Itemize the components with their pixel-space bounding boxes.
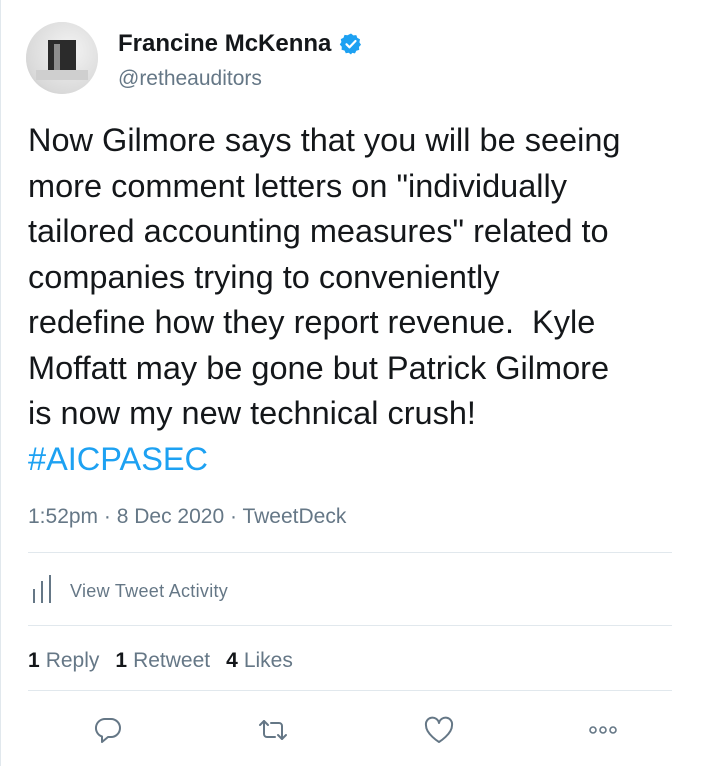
meta-separator: ·: [230, 505, 237, 528]
avatar-floor: [36, 70, 88, 80]
avatar-doorway: [48, 40, 76, 70]
avatar[interactable]: [26, 22, 98, 94]
view-tweet-activity-link[interactable]: View Tweet Activity: [30, 574, 228, 609]
left-border: [0, 0, 1, 766]
likes-label: Likes: [243, 649, 293, 672]
tweet-date[interactable]: 8 Dec 2020: [117, 505, 224, 528]
likes-count: 4: [226, 649, 238, 672]
avatar-figure: [54, 44, 60, 70]
like-heart-icon: [423, 715, 455, 750]
name-row: Francine McKenna: [118, 30, 363, 58]
tweet-stats: 1 Reply 1 Retweet 4 Likes: [28, 649, 309, 673]
like-button[interactable]: [419, 712, 459, 752]
retweets-count: 1: [115, 649, 128, 672]
divider: [28, 625, 672, 626]
tweet-text-line: companies trying to conveniently: [28, 258, 500, 295]
tweet-text-line: Moffatt may be gone but Patrick Gilmore: [28, 349, 610, 386]
retweet-icon: [256, 715, 290, 750]
retweets-stat[interactable]: 1 Retweet: [115, 649, 210, 673]
retweet-button[interactable]: [253, 712, 293, 752]
tweet-text: Now Gilmore says that you will be seeing…: [28, 118, 693, 482]
more-icon: [586, 723, 620, 741]
verified-badge-icon: [339, 32, 363, 56]
hashtag-link[interactable]: #AICPASEC: [28, 437, 693, 483]
tweet-actions: [0, 712, 706, 752]
replies-label: Reply: [45, 649, 100, 672]
tweet-text-line: Now Gilmore says that you will be seeing: [28, 122, 621, 158]
reply-icon: [93, 715, 123, 750]
divider: [28, 690, 672, 691]
display-name[interactable]: Francine McKenna: [118, 30, 331, 58]
tweet-meta: 1:52pm · 8 Dec 2020 · TweetDeck: [28, 505, 346, 529]
replies-stat[interactable]: 1 Reply: [28, 649, 99, 673]
replies-count: 1: [28, 649, 40, 672]
tweet-source[interactable]: TweetDeck: [242, 505, 346, 528]
meta-separator: ·: [103, 505, 111, 528]
view-tweet-activity-label: View Tweet Activity: [70, 581, 229, 601]
tweet-text-line: tailored accounting measures" related to: [28, 213, 609, 249]
tweet-text-line: redefine how they report revenue. Kyle: [28, 304, 596, 340]
tweet-text-line: is now my new technical crush!: [28, 395, 476, 431]
analytics-bars-icon: [30, 574, 56, 609]
likes-stat[interactable]: 4 Likes: [226, 649, 293, 673]
more-button[interactable]: [583, 712, 623, 752]
reply-button[interactable]: [88, 712, 128, 752]
tweet-time[interactable]: 1:52pm: [28, 505, 98, 528]
retweets-label: Retweet: [133, 649, 211, 672]
tweet-text-line: more comment letters on "individually: [28, 167, 567, 204]
divider: [28, 552, 672, 553]
user-handle[interactable]: @retheauditors: [118, 67, 262, 91]
